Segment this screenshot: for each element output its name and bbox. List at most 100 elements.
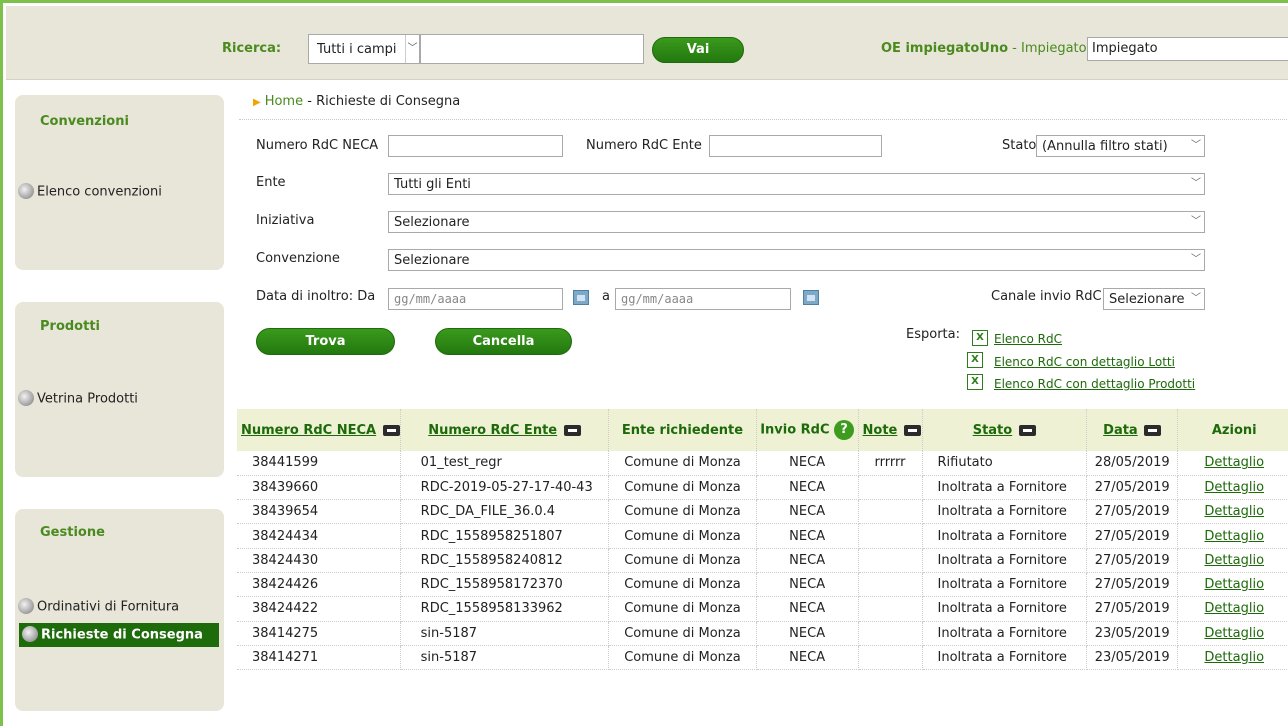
col-invio-rdc: Invio RdC ?	[756, 409, 859, 451]
cell-numero-neca: 38424426	[237, 572, 401, 598]
cell-ente: Comune di Monza	[608, 499, 757, 525]
export-elenco-lotti[interactable]: Elenco RdC con dettaglio Lotti	[994, 355, 1175, 369]
dettaglio-link[interactable]: Dettaglio	[1177, 645, 1288, 671]
col-label: Numero RdC NECA	[241, 422, 377, 438]
cell-stato: Inoltrata a Fornitore	[922, 572, 1087, 598]
bullet-icon	[18, 598, 34, 614]
sidebar-item-elenco-convenzioni[interactable]: Elenco convenzioni	[18, 183, 162, 200]
dettaglio-link[interactable]: Dettaglio	[1177, 621, 1288, 646]
dettaglio-link[interactable]: Dettaglio	[1177, 475, 1288, 501]
sidebar-item-ordinativi[interactable]: Ordinativi di Fornitura	[18, 598, 179, 615]
sidebar-title-convenzioni: Convenzioni	[40, 114, 129, 129]
chevron-down-icon: ﹀	[1191, 216, 1201, 227]
dettaglio-link[interactable]: Dettaglio	[1177, 548, 1288, 573]
chevron-down-icon: ﹀	[1191, 254, 1201, 265]
ente-select-value: Tutti gli Enti	[394, 177, 471, 192]
cell-note	[858, 645, 923, 671]
cell-numero-ente: RDC-2019-05-27-17-40-43	[400, 475, 610, 501]
app-frame: Ricerca: Tutti i campi ﹀ Vai OE impiegat…	[0, 0, 1288, 726]
dettaglio-link[interactable]: Dettaglio	[1177, 596, 1288, 622]
data-a-input[interactable]: gg/mm/aaaa	[615, 288, 791, 310]
cell-numero-neca: 38424422	[237, 596, 401, 622]
breadcrumb-home[interactable]: Home	[265, 94, 303, 109]
cell-note: rrrrrr	[858, 451, 923, 476]
convenzione-select[interactable]: Selezionare ﹀	[388, 249, 1205, 271]
col-label: Azioni	[1211, 422, 1257, 438]
col-label: Ente richiedente	[621, 422, 744, 438]
stato-select[interactable]: (Annulla filtro stati) ﹀	[1036, 135, 1205, 157]
col-numero-neca[interactable]: Numero RdC NECA	[237, 409, 401, 451]
col-note[interactable]: Note	[858, 409, 923, 451]
sidebar-item-richieste-consegna[interactable]: Richieste di Consegna	[19, 623, 219, 647]
sort-icon[interactable]	[563, 424, 581, 436]
sidebar-item-vetrina-prodotti[interactable]: Vetrina Prodotti	[18, 390, 138, 407]
dettaglio-link[interactable]: Dettaglio	[1177, 451, 1288, 476]
col-label: Note	[862, 422, 898, 438]
arrow-right-icon: ▶	[253, 97, 261, 108]
sort-icon[interactable]	[382, 424, 400, 436]
dettaglio-link[interactable]: Dettaglio	[1177, 499, 1288, 525]
user-role: Impiegato	[1020, 41, 1087, 56]
go-button[interactable]: Vai	[652, 37, 744, 63]
bullet-icon	[22, 626, 38, 642]
calendar-icon[interactable]	[573, 290, 589, 305]
cancella-button[interactable]: Cancella	[435, 328, 572, 355]
cell-stato: Inoltrata a Fornitore	[922, 621, 1087, 646]
cell-data: 27/05/2019	[1086, 572, 1179, 598]
calendar-icon[interactable]	[803, 290, 819, 305]
cell-invio: NECA	[756, 596, 859, 622]
breadcrumb: ▶ Home - Richieste di Consegna	[253, 94, 460, 109]
role-select[interactable]: Impiegato	[1087, 37, 1288, 61]
cell-note	[858, 621, 923, 646]
table-row: 38424434 RDC_1558958251807 Comune di Mon…	[237, 523, 1288, 549]
user-name: OE impiegatoUno	[881, 41, 1009, 56]
cell-stato: Rifiutato	[922, 451, 1087, 476]
table-row: 38414271 sin-5187 Comune di Monza NECA I…	[237, 645, 1288, 671]
cell-numero-ente: RDC_1558958133962	[400, 596, 610, 622]
cell-numero-ente: RDC_DA_FILE_36.0.4	[400, 499, 610, 525]
canale-select[interactable]: Selezionare ﹀	[1103, 288, 1205, 310]
numero-ente-label: Numero RdC Ente	[586, 138, 702, 153]
search-input[interactable]	[420, 34, 644, 64]
sort-icon[interactable]	[1018, 424, 1036, 436]
sort-icon[interactable]	[903, 424, 921, 436]
sidebar-item-label: Elenco convenzioni	[37, 184, 162, 200]
cell-data: 23/05/2019	[1086, 621, 1179, 646]
iniziativa-select[interactable]: Selezionare ﹀	[388, 211, 1205, 233]
ente-select[interactable]: Tutti gli Enti ﹀	[388, 173, 1205, 195]
sidebar-item-label: Vetrina Prodotti	[37, 391, 138, 407]
col-stato[interactable]: Stato	[922, 409, 1087, 451]
sidebar-title-gestione: Gestione	[40, 525, 105, 540]
cell-numero-ente: sin-5187	[400, 645, 610, 671]
data-inoltro-label: Data di inoltro: Da	[256, 289, 376, 304]
numero-neca-input[interactable]	[388, 135, 563, 157]
cell-data: 27/05/2019	[1086, 523, 1179, 549]
cell-invio: NECA	[756, 499, 859, 525]
chevron-down-icon: ﹀	[1191, 178, 1201, 189]
col-data[interactable]: Data	[1086, 409, 1179, 451]
export-elenco-rdc[interactable]: Elenco RdC	[994, 332, 1062, 346]
cell-note	[858, 475, 923, 501]
help-icon[interactable]: ?	[834, 420, 855, 440]
numero-ente-input[interactable]	[709, 135, 882, 157]
col-label: Stato	[972, 422, 1013, 438]
cell-numero-ente: 01_test_regr	[400, 451, 610, 476]
cell-invio: NECA	[756, 645, 859, 671]
data-da-input[interactable]: gg/mm/aaaa	[388, 288, 563, 310]
cell-stato: Inoltrata a Fornitore	[922, 548, 1087, 573]
export-elenco-prodotti[interactable]: Elenco RdC con dettaglio Prodotti	[994, 377, 1195, 391]
col-numero-ente[interactable]: Numero RdC Ente	[400, 409, 610, 451]
bullet-icon	[18, 183, 34, 199]
cell-stato: Inoltrata a Fornitore	[922, 645, 1087, 671]
cell-numero-neca: 38439660	[237, 475, 401, 501]
cell-data: 27/05/2019	[1086, 596, 1179, 622]
cell-numero-neca: 38439654	[237, 499, 401, 525]
cell-numero-ente: RDC_1558958251807	[400, 523, 610, 549]
sort-icon[interactable]	[1144, 424, 1162, 436]
table-row: 38424422 RDC_1558958133962 Comune di Mon…	[237, 596, 1288, 622]
cell-invio: NECA	[756, 475, 859, 501]
trova-button[interactable]: Trova	[256, 328, 395, 355]
search-scope-select[interactable]: Tutti i campi ﹀	[308, 34, 420, 64]
dettaglio-link[interactable]: Dettaglio	[1177, 572, 1288, 598]
dettaglio-link[interactable]: Dettaglio	[1177, 523, 1288, 549]
